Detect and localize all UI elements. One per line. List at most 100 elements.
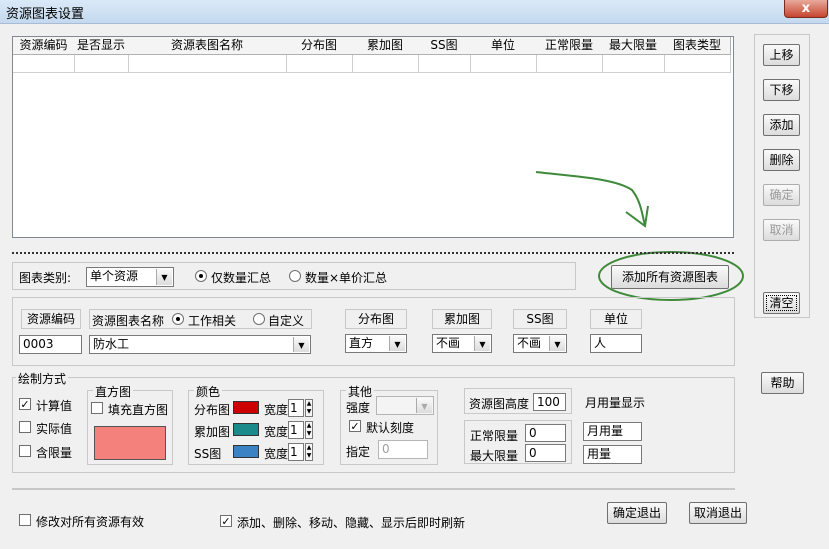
radio-quantity-price[interactable] (289, 270, 301, 282)
cum-width-spinner[interactable]: ▲ ▼ (305, 421, 313, 439)
draw-method-legend: 绘制方式 (16, 370, 69, 387)
chart-name-header: 资源图表名称 (92, 314, 165, 328)
add-button[interactable]: 添加 (763, 114, 800, 136)
table-cell[interactable] (128, 55, 287, 73)
column-header-normal-limit[interactable]: 正常限量 (536, 37, 603, 55)
cum-color-swatch[interactable] (233, 423, 259, 436)
column-header-visible[interactable]: 是否显示 (74, 37, 129, 55)
include-limit-checkbox[interactable] (19, 445, 31, 457)
max-limit-input[interactable]: 0 (525, 444, 566, 462)
actual-value-checkbox[interactable] (19, 421, 31, 433)
column-header-ss[interactable]: SS图 (418, 37, 471, 55)
specify-input[interactable]: 0 (378, 440, 428, 459)
chart-name-select[interactable]: 防水工 ▼ (89, 335, 311, 354)
close-button[interactable]: x (784, 0, 828, 18)
column-header-cumulative[interactable]: 累加图 (352, 37, 419, 55)
resource-code-input[interactable]: 0003 (19, 335, 82, 354)
default-scale-label[interactable]: 默认刻度 (366, 419, 414, 436)
table-cell[interactable] (352, 55, 419, 73)
table-cell[interactable] (536, 55, 603, 73)
default-scale-checkbox[interactable]: ✓ (349, 420, 361, 432)
unit-input[interactable]: 人 (590, 334, 642, 353)
chevron-down-icon: ▼ (474, 336, 490, 351)
chart-name-value: 防水工 (93, 337, 130, 351)
delete-button[interactable]: 删除 (763, 149, 800, 171)
table-cell[interactable] (286, 55, 353, 73)
ss-color-swatch[interactable] (233, 445, 259, 458)
fill-histogram-checkbox[interactable] (91, 402, 103, 414)
calc-value-checkbox[interactable]: ✓ (19, 398, 31, 410)
chart-category-label: 图表类别: (19, 271, 72, 285)
radio-custom[interactable] (253, 313, 265, 325)
resource-height-input[interactable]: 100 (533, 393, 566, 411)
include-limit-label[interactable]: 含限量 (36, 444, 72, 461)
apply-all-resources-checkbox[interactable] (19, 514, 31, 526)
usage-input[interactable]: 用量 (583, 445, 642, 464)
dist-width-input[interactable]: 1 (288, 399, 304, 417)
specify-label: 指定 (346, 445, 371, 459)
table-cell[interactable] (13, 55, 75, 73)
radio-quantity-only[interactable] (195, 270, 207, 282)
spin-up-icon: ▲ (306, 422, 312, 429)
distribution-select[interactable]: 直方 ▼ (345, 334, 407, 353)
normal-limit-label: 正常限量 (470, 429, 519, 443)
move-up-button[interactable]: 上移 (763, 44, 800, 66)
ss-width-label: 宽度 (264, 447, 289, 461)
column-header-distribution[interactable]: 分布图 (286, 37, 353, 55)
help-button[interactable]: 帮助 (761, 372, 804, 394)
chart-category-select[interactable]: 单个资源 ▼ (86, 267, 174, 287)
resource-chart-table[interactable]: 资源编码 是否显示 资源表图名称 分布图 累加图 SS图 单位 正常限量 最大限… (12, 36, 734, 238)
ss-select[interactable]: 不画 ▼ (513, 334, 567, 353)
radio-work-related-label[interactable]: 工作相关 (188, 312, 236, 329)
column-header-unit[interactable]: 单位 (470, 37, 537, 55)
intensity-select[interactable]: ▼ (376, 396, 434, 415)
radio-work-related[interactable] (172, 313, 184, 325)
dist-color-label: 分布图 (194, 403, 231, 417)
table-cell[interactable] (602, 55, 665, 73)
ss-width-spinner[interactable]: ▲ ▼ (305, 443, 313, 461)
histogram-fill-color-swatch[interactable] (94, 426, 166, 460)
cum-width-input[interactable]: 1 (288, 421, 304, 439)
apply-all-resources-label[interactable]: 修改对所有资源有效 (36, 513, 144, 530)
column-header-chart-type[interactable]: 图表类型 (664, 37, 731, 55)
dist-color-swatch[interactable] (233, 401, 259, 414)
table-cell[interactable] (664, 55, 731, 73)
calc-value-label[interactable]: 计算值 (36, 397, 72, 414)
cancel-exit-button[interactable]: 取消退出 (689, 502, 747, 524)
other-legend: 其他 (346, 383, 375, 400)
window-title: 资源图表设置 (6, 7, 85, 22)
monthly-display-label: 月用量显示 (585, 396, 646, 410)
ss-width-input[interactable]: 1 (288, 443, 304, 461)
resource-detail-group (12, 297, 735, 366)
ss-color-label: SS图 (194, 447, 222, 461)
column-header-chart-name[interactable]: 资源表图名称 (128, 37, 287, 55)
fill-histogram-label[interactable]: 填充直方图 (108, 401, 168, 418)
splitter[interactable] (12, 252, 734, 254)
monthly-usage-input[interactable]: 月用量 (583, 422, 642, 441)
radio-quantity-price-label[interactable]: 数量×单价汇总 (305, 269, 387, 286)
radio-quantity-only-label[interactable]: 仅数量汇总 (211, 269, 271, 286)
radio-dot-icon (176, 317, 180, 321)
move-down-button[interactable]: 下移 (763, 79, 800, 101)
normal-limit-input[interactable]: 0 (525, 424, 566, 442)
cancel-button[interactable]: 取消 (763, 219, 800, 241)
resource-code-header: 资源编码 (21, 309, 81, 329)
instant-refresh-checkbox[interactable]: ✓ (220, 515, 232, 527)
chart-category-value: 单个资源 (90, 269, 139, 283)
clear-button[interactable]: 清空 (763, 292, 800, 314)
confirm-button[interactable]: 确定 (763, 184, 800, 206)
table-cell[interactable] (418, 55, 471, 73)
add-all-resource-charts-button[interactable]: 添加所有资源图表 (611, 265, 729, 289)
column-header-resource-code[interactable]: 资源编码 (13, 37, 75, 55)
cumulative-select[interactable]: 不画 ▼ (432, 334, 492, 353)
column-header-max-limit[interactable]: 最大限量 (602, 37, 665, 55)
resource-height-label: 资源图高度 (469, 397, 530, 411)
actual-value-label[interactable]: 实际值 (36, 420, 72, 437)
table-cell[interactable] (470, 55, 537, 73)
ok-exit-button[interactable]: 确定退出 (607, 502, 667, 524)
instant-refresh-label[interactable]: 添加、删除、移动、隐藏、显示后即时刷新 (237, 514, 465, 531)
table-cell[interactable] (74, 55, 129, 73)
dist-width-spinner[interactable]: ▲ ▼ (305, 399, 313, 417)
cumulative-header: 累加图 (432, 309, 492, 329)
radio-custom-label[interactable]: 自定义 (268, 312, 304, 329)
